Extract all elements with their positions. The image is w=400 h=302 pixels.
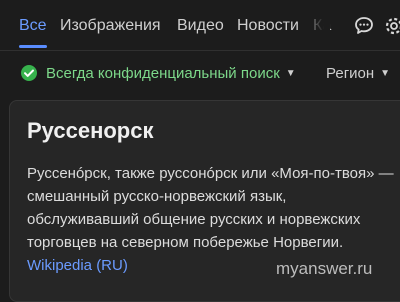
safe-search-dropdown[interactable]: Всегда конфиденциальный поиск ▼ [46,64,296,84]
region-label: Регион [326,65,375,82]
watermark: myanswer.ru [276,259,373,278]
tab-video[interactable]: Видео [177,16,224,36]
chevron-down-icon: ▼ [285,68,296,79]
chat-bubble-icon[interactable] [352,14,376,38]
tab-images[interactable]: Изображения [60,16,161,36]
tab-news[interactable]: Новости [237,16,299,36]
tab-all[interactable]: Все [19,16,47,36]
wikipedia-link[interactable]: Wikipedia (RU) [27,257,128,274]
search-filters: Всегда конфиденциальный поиск ▼ Регион ▼ [0,50,400,98]
card-text: Руссенóрск, также руссонóрск или «Моя-по… [27,165,394,251]
card-title: Руссенорск [27,118,154,143]
tab-overflow-fade [300,0,330,49]
chevron-down-icon: ▼ [380,68,391,79]
search-tabs-bar: Все Изображения Видео Новости Ка [0,0,400,51]
check-circle-icon [21,65,37,81]
gear-icon[interactable] [382,14,400,38]
safe-search-label: Всегда конфиденциальный поиск [46,65,280,82]
region-dropdown[interactable]: Регион ▼ [326,64,390,84]
active-tab-indicator [19,45,47,48]
